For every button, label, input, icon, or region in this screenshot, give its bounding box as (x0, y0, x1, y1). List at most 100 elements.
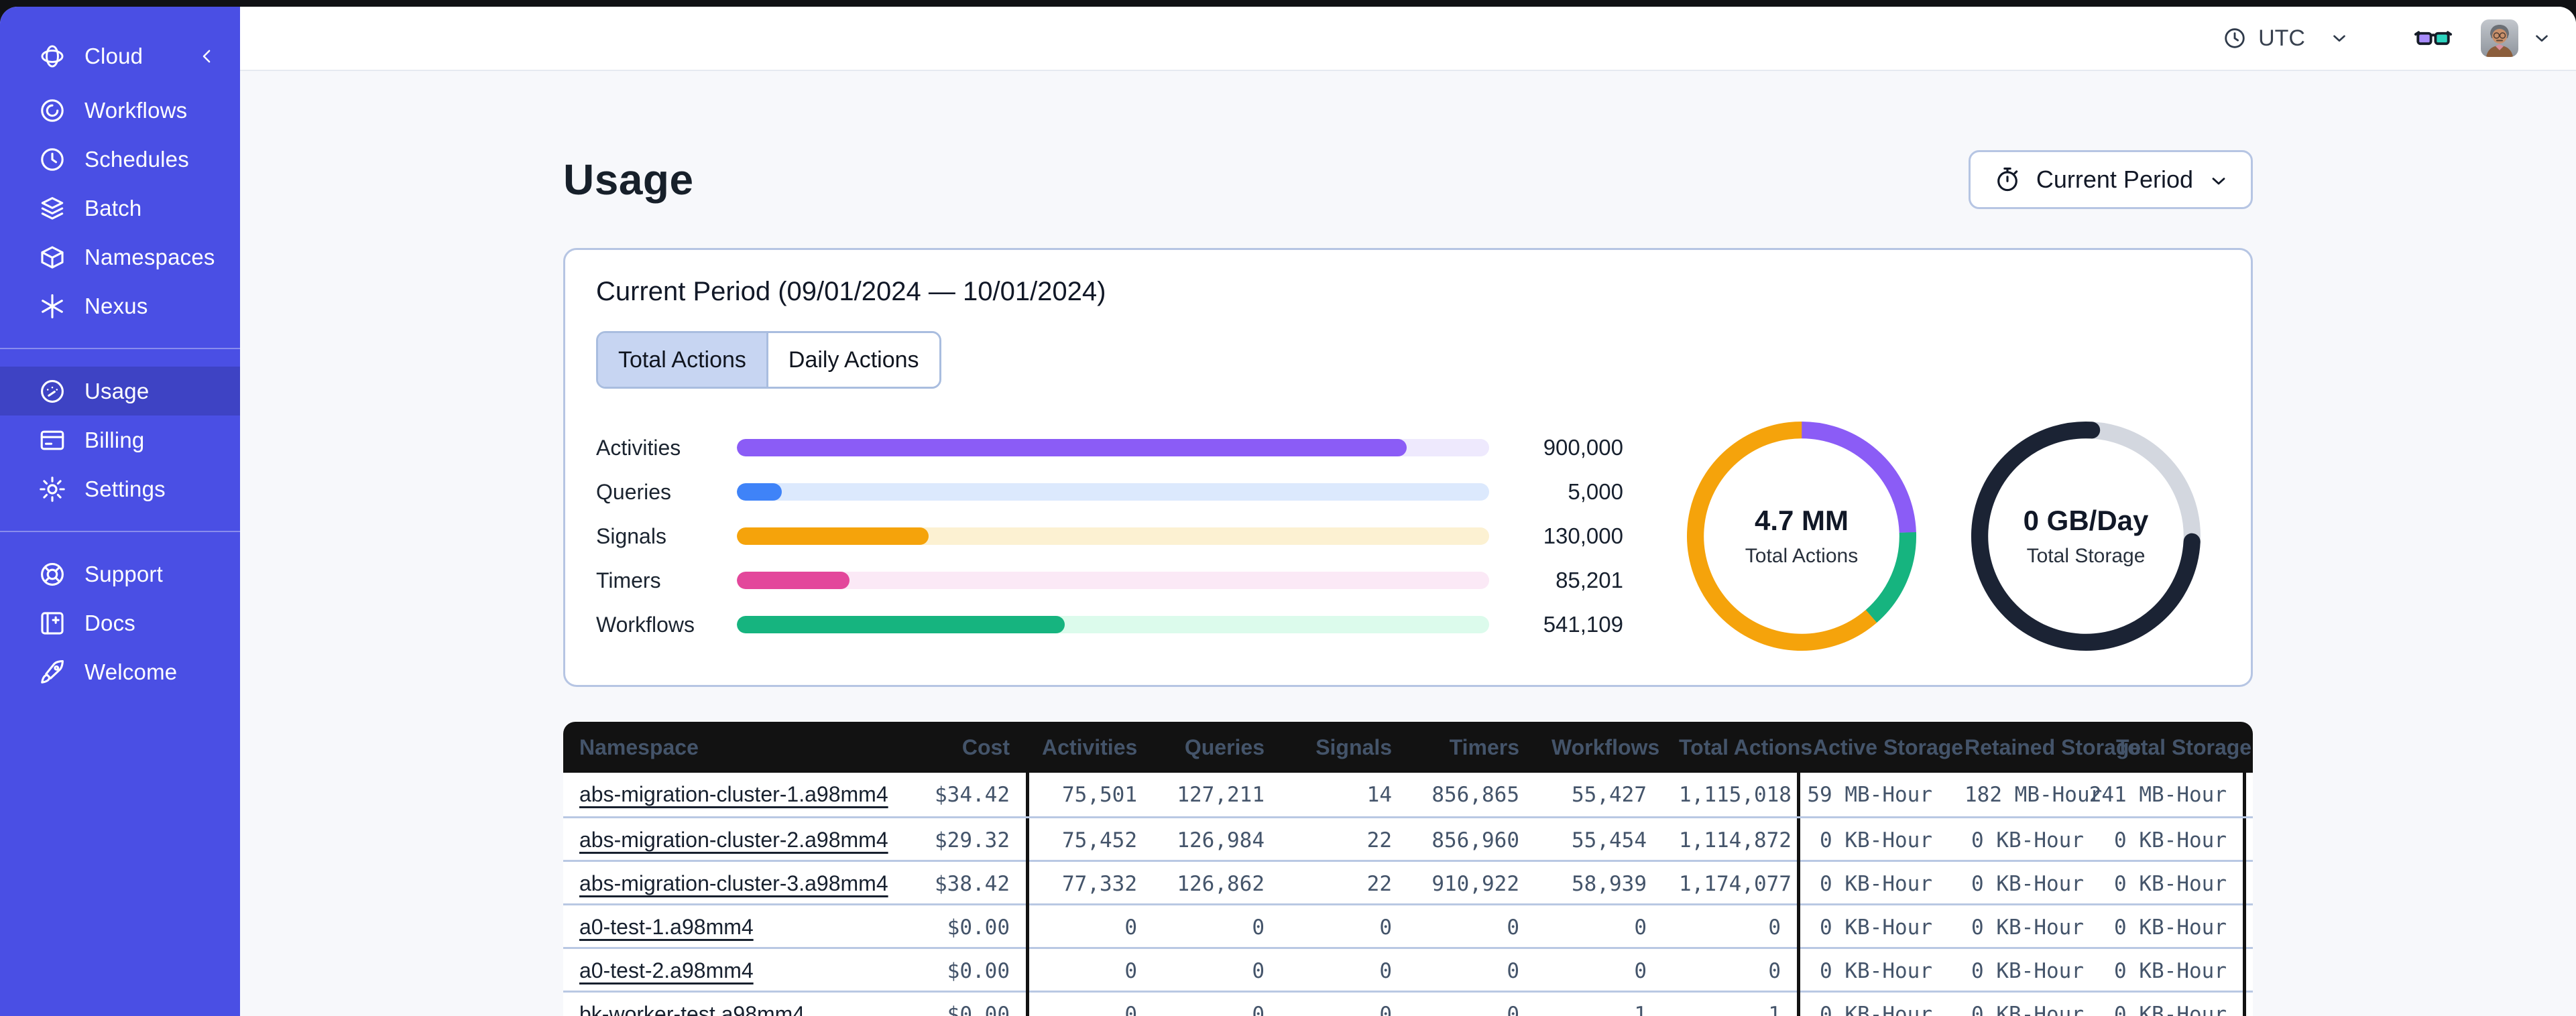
cell-total-actions: 0 (1768, 915, 1781, 940)
namespace-link[interactable]: abs-migration-cluster-2.a98mm4 (579, 828, 888, 852)
cell-workflows: 1 (1634, 1002, 1647, 1016)
sidebar-item-schedules[interactable]: Schedules (0, 135, 240, 184)
cell-workflows: 55,427 (1572, 782, 1647, 807)
cell-total-actions: 1,174,077 (1679, 871, 1792, 896)
sidebar-brand-label: Cloud (84, 44, 143, 68)
namespace-link[interactable]: a0-test-1.a98mm4 (579, 915, 754, 939)
namespace-link[interactable]: a0-test-2.a98mm4 (579, 958, 754, 982)
table-header-row: Namespace Cost Activities Queries Signals Tim… (563, 722, 2253, 773)
bar-label: Signals (596, 523, 666, 548)
cell-total-storage: 0 KB-Hour (2100, 993, 2246, 1016)
namespace-usage-table: Namespace Cost Activities Queries Signals Tim… (563, 722, 2253, 1016)
cell-cost: $0.00 (947, 1002, 1010, 1016)
cell-total-actions: 0 (1768, 958, 1781, 983)
cell-activities: 75,501 (1026, 773, 1153, 816)
total-storage-value: 0 GB/Day (2023, 505, 2149, 536)
usage-bars-chart: Activities 900,000 Queries 5,000 Signals 130,… (596, 435, 1623, 637)
sidebar-item-settings[interactable]: Settings (0, 464, 240, 513)
bar-label: Activities (596, 435, 681, 460)
usage-bar-row-queries: Queries 5,000 (596, 479, 1623, 504)
sidebar-brand-cloud[interactable]: Cloud (0, 27, 240, 86)
cell-queries: 0 (1252, 1002, 1265, 1016)
timezone-selector[interactable]: UTC (2222, 25, 2349, 52)
sidebar-item-label: Usage (84, 378, 150, 403)
tab-daily-actions[interactable]: Daily Actions (766, 333, 939, 387)
cell-queries: 0 (1252, 915, 1265, 940)
cell-total-storage: 0 KB-Hour (2100, 905, 2246, 949)
column-header-queries: Queries (1184, 735, 1265, 759)
cell-signals: 14 (1366, 782, 1392, 807)
usage-page: Usage Current Period Current Period (09/… (240, 71, 2576, 1016)
period-selector-button[interactable]: Current Period (1968, 150, 2253, 209)
screenshot-stage: Cloud Workflows Schedules Batch Namespaces N… (0, 0, 2576, 1016)
namespace-cell: a0-test-2.a98mm4 (563, 958, 865, 983)
stopwatch-icon (1997, 167, 2018, 192)
cell-retained-storage: 0 KB-Hour (1971, 828, 2084, 852)
cell-active-storage: 0 KB-Hour (1797, 949, 1948, 993)
sidebar-item-label: Workflows (84, 97, 188, 123)
cell-signals: 0 (1379, 958, 1392, 983)
cell-timers: 0 (1507, 1002, 1519, 1016)
namespace-link[interactable]: abs-migration-cluster-3.a98mm4 (579, 871, 888, 895)
total-storage-donut: 0 GB/Day Total Storage (1968, 418, 2204, 654)
settings-icon (38, 474, 67, 504)
temporal-orbit-icon (38, 42, 67, 71)
sidebar-item-usage[interactable]: Usage (0, 367, 240, 416)
sidebar-divider (0, 348, 240, 349)
cell-timers: 856,960 (1431, 828, 1519, 852)
sidebar-item-docs[interactable]: Docs (0, 598, 240, 647)
user-avatar[interactable] (2481, 19, 2518, 57)
cell-signals: 0 (1379, 1002, 1392, 1016)
cell-total-actions: 1 (1768, 1002, 1781, 1016)
sidebar-item-support[interactable]: Support (0, 550, 240, 598)
page-title: Usage (563, 155, 694, 204)
nexus-icon (38, 292, 67, 321)
cell-cost: $34.42 (935, 782, 1010, 807)
cell-retained-storage: 0 KB-Hour (1971, 1002, 2084, 1016)
cell-active-storage: 0 KB-Hour (1797, 818, 1948, 862)
bar-value: 541,109 (1543, 612, 1623, 637)
tab-total-actions[interactable]: Total Actions (598, 333, 766, 387)
namespace-link[interactable]: abs-migration-cluster-1.a98mm4 (579, 782, 888, 806)
cell-retained-storage: 0 KB-Hour (1971, 915, 2084, 940)
cell-activities: 0 (1026, 993, 1153, 1016)
sidebar-item-batch[interactable]: Batch (0, 184, 240, 233)
cell-active-storage: 0 KB-Hour (1797, 905, 1948, 949)
sidebar-item-namespaces[interactable]: Namespaces (0, 233, 240, 281)
nerd-glasses-icon[interactable] (2414, 19, 2453, 58)
cell-cost: $0.00 (947, 915, 1010, 940)
column-header-total-storage: Total Storage (2116, 735, 2252, 759)
cell-timers: 856,865 (1431, 782, 1519, 807)
sidebar-collapse-icon[interactable] (197, 42, 217, 71)
cell-total-storage: 0 KB-Hour (2100, 949, 2246, 993)
sidebar-item-welcome[interactable]: Welcome (0, 647, 240, 696)
top-bar: UTC (240, 7, 2576, 71)
bar-fill (737, 483, 782, 501)
total-actions-label: Total Actions (1745, 545, 1859, 567)
bar-label: Timers (596, 568, 661, 592)
namespace-cell: bk-worker-test.a98mm4 (563, 1002, 865, 1016)
sidebar-item-workflows[interactable]: Workflows (0, 86, 240, 135)
cell-queries: 0 (1252, 958, 1265, 983)
chevron-down-icon[interactable] (2532, 28, 2552, 48)
sidebar-item-nexus[interactable]: Nexus (0, 281, 240, 330)
sidebar-divider (0, 531, 240, 532)
column-header-signals: Signals (1315, 735, 1392, 759)
column-header-cost: Cost (961, 735, 1010, 759)
cell-total-storage: 0 KB-Hour (2100, 818, 2246, 862)
usage-bar-row-timers: Timers 85,201 (596, 568, 1623, 592)
sidebar-item-label: Nexus (84, 293, 148, 318)
current-period-card: Current Period (09/01/2024 — 10/01/2024)… (563, 248, 2253, 687)
column-header-namespace: Namespace (579, 735, 699, 759)
sidebar-item-label: Namespaces (84, 244, 215, 269)
cell-total-actions: 1,114,872 (1679, 828, 1792, 852)
bar-fill (737, 616, 1065, 633)
cell-activities: 0 (1026, 905, 1153, 949)
sidebar: Cloud Workflows Schedules Batch Namespaces N… (0, 7, 240, 1016)
sidebar-item-billing[interactable]: Billing (0, 416, 240, 464)
column-header-active-storage: Active Storage (1813, 735, 1964, 759)
namespace-link[interactable]: bk-worker-test.a98mm4 (579, 1002, 805, 1016)
cell-active-storage: 0 KB-Hour (1797, 993, 1948, 1016)
bar-label: Workflows (596, 612, 695, 637)
app-window: Cloud Workflows Schedules Batch Namespaces N… (0, 7, 2576, 1016)
